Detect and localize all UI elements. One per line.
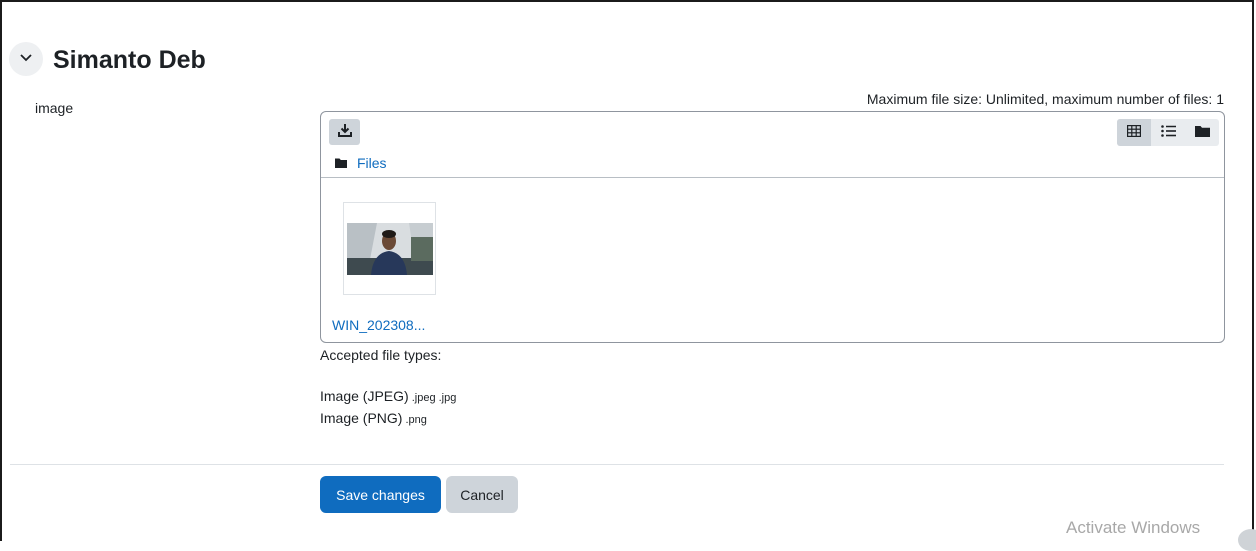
view-switcher [1117,119,1219,146]
file-manager-toolbar: Files [321,112,1224,178]
field-label: image [35,100,74,116]
section-title: Simanto Deb [53,46,206,74]
accepted-types-title: Accepted file types: [320,347,442,363]
cancel-button[interactable]: Cancel [446,476,518,513]
accepted-type-item: Image (JPEG) .jpeg .jpg [320,388,456,404]
grid-view-icon [1126,124,1142,142]
files-path-link[interactable]: Files [357,155,387,171]
folder-icon [335,155,347,171]
accepted-type-name: Image (PNG) [320,410,403,426]
folder-view-icon [1194,124,1210,142]
file-name-link[interactable]: WIN_202308... [332,317,425,333]
accepted-type-ext: .jpeg .jpg [411,392,457,404]
download-icon [337,123,352,142]
folder-view-button[interactable] [1185,119,1219,146]
max-file-info: Maximum file size: Unlimited, maximum nu… [866,91,1224,107]
breadcrumb: Files [335,155,387,171]
grid-view-button[interactable] [1117,119,1151,146]
photo-thumbnail-image [346,222,433,275]
download-button[interactable] [329,119,360,145]
list-view-icon [1160,124,1176,142]
file-thumbnail[interactable] [343,202,436,295]
accepted-type-item: Image (PNG) .png [320,410,427,426]
accepted-type-name: Image (JPEG) [320,388,409,404]
chevron-down-icon [19,50,33,68]
file-manager: Files WIN_202308... [320,111,1225,343]
collapse-section-button[interactable] [9,42,43,76]
save-button[interactable]: Save changes [320,476,441,513]
divider [10,464,1224,465]
scroll-corner [1238,529,1256,551]
list-view-button[interactable] [1151,119,1185,146]
accepted-type-ext: .png [405,414,427,426]
activate-windows-watermark: Activate Windows [1066,518,1201,537]
